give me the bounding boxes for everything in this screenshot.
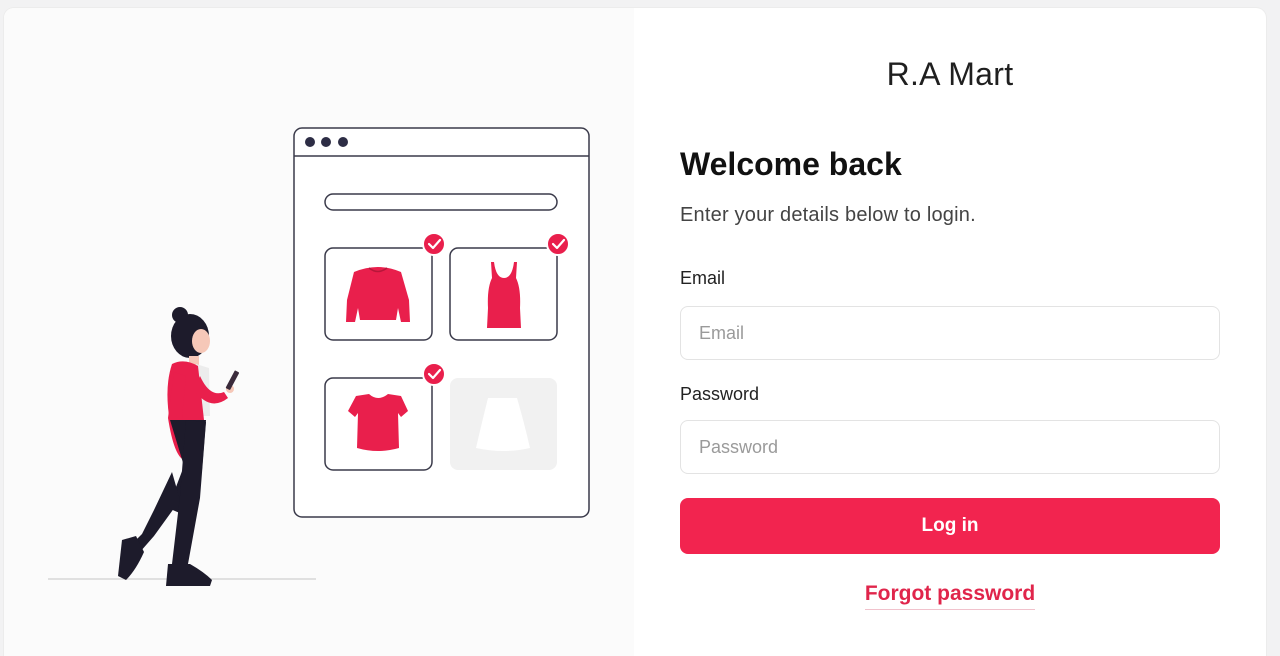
check-icon	[422, 362, 446, 386]
forgot-password-link[interactable]: Forgot password	[680, 582, 1220, 610]
page-title: Welcome back	[680, 146, 902, 182]
login-subtitle: Enter your details below to login.	[680, 204, 976, 226]
password-field[interactable]	[680, 420, 1220, 474]
crop-top-icon	[324, 377, 433, 471]
login-panel: R.A Mart Welcome back Enter your details…	[680, 8, 1220, 656]
forgot-password-label: Forgot password	[864, 582, 1036, 610]
email-field[interactable]	[680, 306, 1220, 360]
password-label: Password	[680, 384, 760, 404]
woman-figure-icon	[118, 307, 239, 586]
shopping-illustration	[48, 127, 590, 586]
tank-top-icon	[449, 247, 558, 341]
sweater-icon	[324, 247, 433, 341]
login-card: R.A Mart Welcome back Enter your details…	[4, 8, 1266, 656]
check-icon	[546, 232, 570, 256]
brand-logo: R.A Mart	[886, 56, 1014, 92]
skirt-icon	[450, 378, 557, 470]
illustration-panel	[4, 8, 634, 656]
login-button[interactable]: Log in	[680, 498, 1220, 554]
email-label: Email	[680, 268, 726, 288]
check-icon	[422, 232, 446, 256]
